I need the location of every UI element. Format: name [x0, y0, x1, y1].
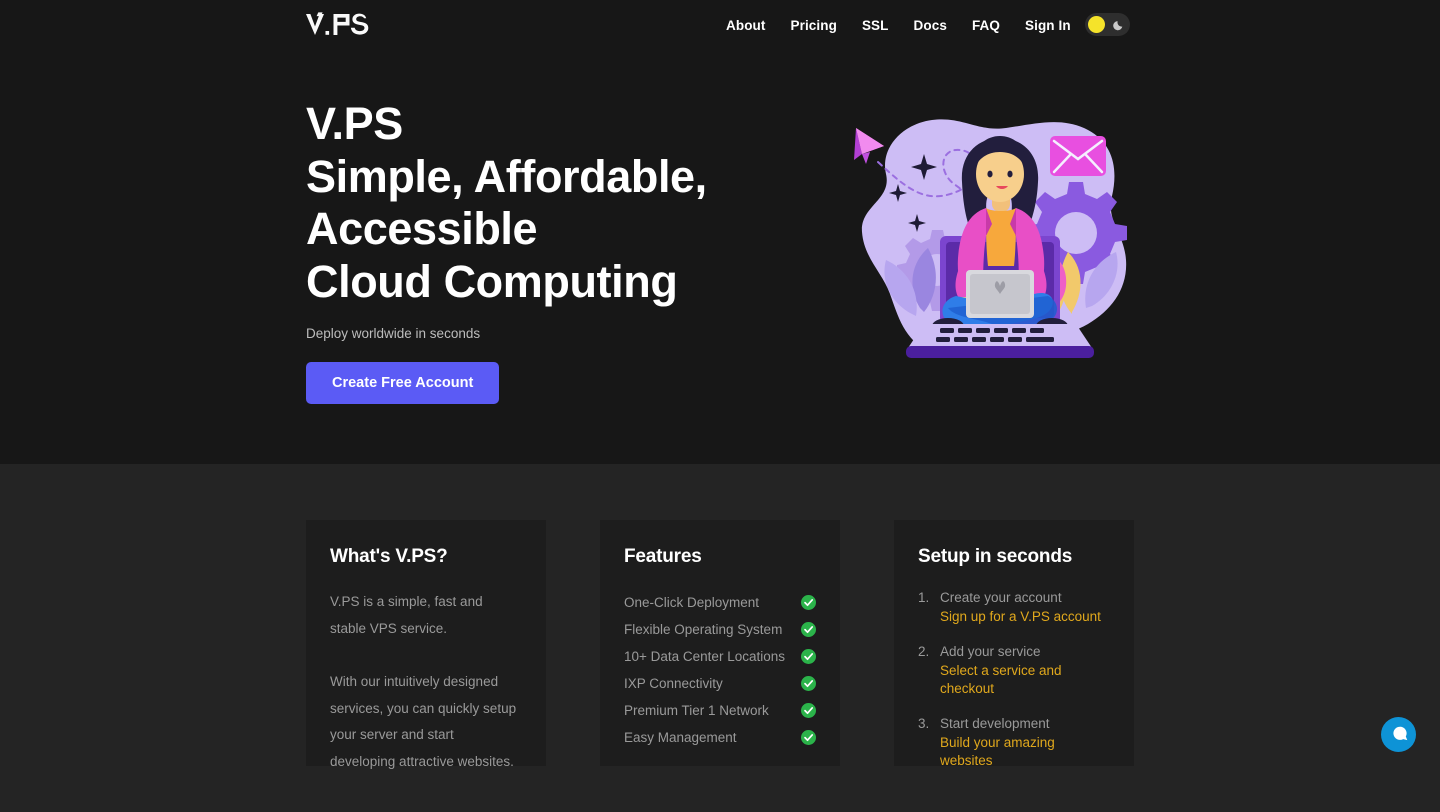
- feature-label: 10+ Data Center Locations: [624, 649, 785, 664]
- feature-label: IXP Connectivity: [624, 676, 723, 691]
- check-circle-icon: [801, 622, 816, 637]
- card-about: What's V.PS? V.PS is a simple, fast and …: [306, 520, 546, 769]
- step-title: Create your account: [940, 590, 1062, 605]
- check-circle-icon: [801, 703, 816, 718]
- create-free-account-button[interactable]: Create Free Account: [306, 362, 500, 404]
- step-title: Add your service: [940, 644, 1041, 659]
- check-circle-icon: [801, 649, 816, 664]
- primary-nav: About Pricing SSL Docs FAQ Sign In: [726, 0, 1071, 50]
- card-setup-title: Setup in seconds: [918, 546, 1073, 567]
- step-link[interactable]: Select a service and checkout: [940, 662, 1110, 698]
- step-link[interactable]: Build your amazing websites: [940, 734, 1110, 770]
- setup-steps: 1. Create your account Sign up for a V.P…: [918, 589, 1110, 770]
- setup-step: 1. Create your account Sign up for a V.P…: [918, 589, 1110, 626]
- feature-label: Premium Tier 1 Network: [624, 703, 769, 718]
- step-title: Start development: [940, 716, 1050, 731]
- hero-title-line-2: Simple, Affordable,: [306, 150, 707, 202]
- nav-link-faq[interactable]: FAQ: [972, 18, 1000, 33]
- cards-section: What's V.PS? V.PS is a simple, fast and …: [0, 464, 1440, 812]
- nav-link-ssl[interactable]: SSL: [862, 18, 889, 33]
- setup-step: 3. Start development Build your amazing …: [918, 715, 1110, 770]
- hero-copy: V.PS Simple, Affordable, Accessible Clou…: [306, 98, 826, 404]
- feature-item: IXP Connectivity: [624, 670, 816, 697]
- step-number: 3.: [918, 716, 930, 731]
- theme-toggle[interactable]: [1085, 13, 1130, 36]
- paper-plane-icon: [854, 128, 884, 164]
- hero-title: V.PS Simple, Affordable, Accessible Clou…: [306, 98, 826, 308]
- feature-label: One-Click Deployment: [624, 595, 760, 610]
- step-number: 1.: [918, 590, 930, 605]
- card-about-title: What's V.PS?: [330, 546, 448, 567]
- nav-link-sign-in[interactable]: Sign In: [1025, 18, 1071, 33]
- card-features: Features One-Click Deployment Flexible O…: [600, 520, 840, 766]
- hero-subtitle: Deploy worldwide in seconds: [306, 326, 481, 341]
- sun-icon: [1088, 16, 1105, 33]
- chat-bubble-icon: [1381, 717, 1416, 752]
- feature-label: Flexible Operating System: [624, 622, 783, 637]
- card-setup: Setup in seconds 1. Create your account …: [894, 520, 1134, 768]
- site-header: About Pricing SSL Docs FAQ Sign In: [0, 0, 1440, 50]
- hero-illustration: [836, 108, 1148, 380]
- envelope-icon: [1050, 136, 1106, 176]
- nav-link-about[interactable]: About: [726, 18, 765, 33]
- check-circle-icon: [801, 730, 816, 745]
- hero-title-line-4: Cloud Computing: [306, 255, 678, 307]
- hero-section: About Pricing SSL Docs FAQ Sign In V.PS …: [0, 0, 1440, 464]
- card-about-paragraph-2: With our intuitively designed services, …: [330, 674, 517, 769]
- woman-on-laptop-illustration: [854, 119, 1127, 358]
- feature-item: 10+ Data Center Locations: [624, 643, 816, 670]
- nav-link-docs[interactable]: Docs: [914, 18, 947, 33]
- logo-icon: [306, 12, 369, 35]
- chat-widget-button[interactable]: [1381, 717, 1416, 752]
- check-circle-icon: [801, 676, 816, 691]
- feature-list: One-Click Deployment Flexible Operating …: [624, 589, 816, 751]
- card-about-paragraph-1: V.PS is a simple, fast and stable VPS se…: [330, 594, 483, 636]
- setup-step: 2. Add your service Select a service and…: [918, 643, 1110, 698]
- laptop-in-lap: [966, 270, 1034, 318]
- feature-item: Easy Management: [624, 724, 816, 751]
- laptop-base: [908, 324, 1092, 348]
- step-number: 2.: [918, 644, 930, 659]
- logo-vps[interactable]: [304, 7, 374, 41]
- check-circle-icon: [801, 595, 816, 610]
- card-features-title: Features: [624, 546, 702, 567]
- feature-item: Flexible Operating System: [624, 616, 816, 643]
- feature-item: Premium Tier 1 Network: [624, 697, 816, 724]
- moon-icon: [1110, 16, 1127, 33]
- nav-link-pricing[interactable]: Pricing: [790, 18, 836, 33]
- feature-item: One-Click Deployment: [624, 589, 816, 616]
- hero-title-line-3: Accessible: [306, 203, 538, 254]
- feature-label: Easy Management: [624, 730, 737, 745]
- step-link[interactable]: Sign up for a V.PS account: [940, 608, 1101, 626]
- hero-title-line-1: V.PS: [306, 98, 403, 149]
